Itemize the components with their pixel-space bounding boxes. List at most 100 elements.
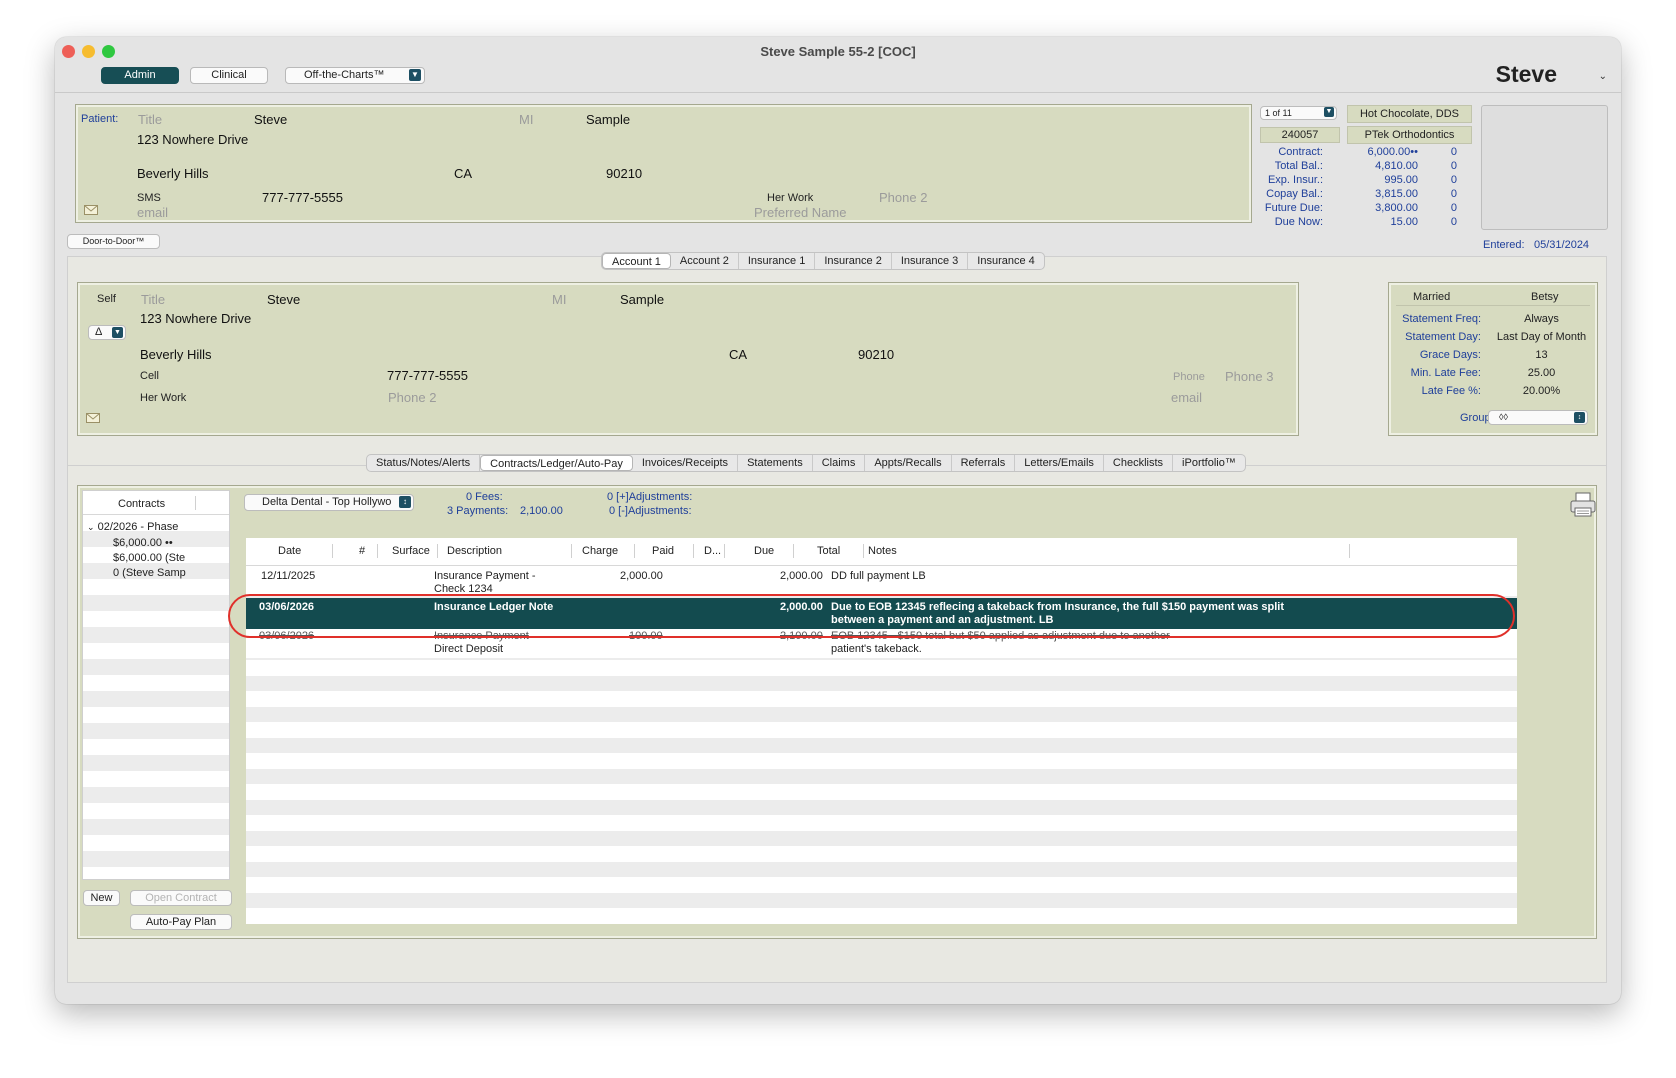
tab-claims[interactable]: Claims bbox=[813, 455, 866, 471]
billing-setting-value[interactable]: Last Day of Month bbox=[1484, 331, 1599, 343]
patient-sms[interactable]: 777-777-5555 bbox=[262, 190, 343, 205]
account-mi-field[interactable]: MI bbox=[552, 292, 566, 307]
group-popup[interactable]: ◊◊ ↕ bbox=[1488, 410, 1588, 425]
account-first-name[interactable]: Steve bbox=[267, 292, 300, 307]
adjustments-plus: 0 [+]Adjustments: bbox=[607, 491, 693, 503]
chevron-updown-icon: ↕ bbox=[399, 496, 411, 508]
auto-pay-plan-button[interactable]: Auto-Pay Plan bbox=[130, 914, 232, 930]
ledger-stripe bbox=[246, 737, 1517, 753]
payments-count: 3 Payments: bbox=[447, 505, 509, 517]
admin-button[interactable]: Admin bbox=[101, 67, 179, 84]
printer-icon[interactable] bbox=[1569, 492, 1597, 518]
envelope-icon[interactable] bbox=[86, 413, 100, 423]
account-zip[interactable]: 90210 bbox=[858, 347, 894, 362]
account-city[interactable]: Beverly Hills bbox=[140, 347, 212, 362]
patient-state[interactable]: CA bbox=[454, 166, 472, 181]
column-header-paid[interactable]: Paid bbox=[652, 545, 674, 557]
billing-setting-value[interactable]: 20.00% bbox=[1484, 385, 1599, 397]
tab-iportfolio[interactable]: iPortfolio™ bbox=[1173, 455, 1245, 471]
spouse-name[interactable]: Betsy bbox=[1531, 291, 1559, 303]
ledger-date: 12/11/2025 bbox=[261, 570, 316, 582]
summary-value: 995.00 bbox=[1384, 174, 1418, 186]
patient-email-field[interactable]: email bbox=[137, 205, 168, 220]
contract-item[interactable]: 0 (Steve Samp bbox=[113, 567, 186, 579]
contract-item[interactable]: $6,000.00 (Ste bbox=[113, 552, 185, 564]
column-header-charge[interactable]: Charge bbox=[582, 545, 618, 557]
patient-phone2-field[interactable]: Phone 2 bbox=[879, 190, 927, 205]
window-title: Steve Sample 55-2 [COC] bbox=[760, 44, 916, 59]
tab-letters-emails[interactable]: Letters/Emails bbox=[1015, 455, 1104, 471]
account-last-name[interactable]: Sample bbox=[620, 292, 664, 307]
main-tabs: Status/Notes/Alerts Contracts/Ledger/Auto… bbox=[366, 454, 1246, 472]
tab-insurance-2[interactable]: Insurance 2 bbox=[815, 253, 892, 269]
account-address[interactable]: 123 Nowhere Drive bbox=[140, 311, 251, 326]
contracts-stripe bbox=[83, 835, 229, 851]
doctor-field[interactable]: Hot Chocolate, DDS bbox=[1347, 105, 1472, 123]
column-header-surface[interactable]: Surface bbox=[392, 545, 430, 557]
tab-invoices-receipts[interactable]: Invoices/Receipts bbox=[633, 455, 739, 471]
record-navigator-popup[interactable]: 1 of 11 ▼ bbox=[1260, 106, 1337, 120]
tab-appts-recalls[interactable]: Appts/Recalls bbox=[865, 455, 952, 471]
patient-city[interactable]: Beverly Hills bbox=[137, 166, 209, 181]
off-the-charts-popup[interactable]: Off-the-Charts™ ▼ bbox=[285, 67, 425, 84]
contract-item[interactable]: $6,000.00 •• bbox=[113, 537, 173, 549]
ledger-row[interactable]: 12/11/2025 Insurance Payment - Check 123… bbox=[246, 567, 1517, 596]
column-header-discount[interactable]: D... bbox=[704, 545, 721, 557]
column-divider bbox=[437, 544, 438, 558]
account-email-field[interactable]: email bbox=[1171, 390, 1202, 405]
new-contract-button[interactable]: New bbox=[83, 890, 120, 906]
column-header-date[interactable]: Date bbox=[278, 545, 301, 557]
patient-zip[interactable]: 90210 bbox=[606, 166, 642, 181]
column-header-notes[interactable]: Notes bbox=[868, 545, 897, 557]
patient-photo-placeholder[interactable] bbox=[1481, 105, 1608, 230]
patient-mi-field[interactable]: MI bbox=[519, 112, 533, 127]
tab-contracts-ledger-auto-pay[interactable]: Contracts/Ledger/Auto-Pay bbox=[480, 455, 633, 471]
preferred-name-field[interactable]: Preferred Name bbox=[754, 205, 846, 220]
tab-checklists[interactable]: Checklists bbox=[1104, 455, 1174, 471]
column-header-number[interactable]: # bbox=[359, 545, 365, 557]
open-contract-button[interactable]: Open Contract bbox=[130, 890, 232, 906]
marital-status[interactable]: Married bbox=[1413, 291, 1450, 303]
account-phone2-field[interactable]: Phone 2 bbox=[388, 390, 436, 405]
account-phone3-field[interactable]: Phone 3 bbox=[1225, 369, 1273, 384]
user-menu-chevron-icon[interactable]: ⌄ bbox=[1599, 71, 1607, 82]
app-window: Steve Sample 55-2 [COC] Admin Clinical O… bbox=[55, 37, 1621, 1004]
patient-address[interactable]: 123 Nowhere Drive bbox=[137, 132, 248, 147]
patient-first-name[interactable]: Steve bbox=[254, 112, 287, 127]
disclosure-open-icon[interactable]: ⌄ bbox=[87, 522, 95, 532]
tab-status-notes-alerts[interactable]: Status/Notes/Alerts bbox=[367, 455, 481, 471]
envelope-icon[interactable] bbox=[84, 205, 98, 215]
patient-title-field[interactable]: Title bbox=[138, 112, 162, 127]
tab-insurance-4[interactable]: Insurance 4 bbox=[968, 253, 1043, 269]
tab-account-2[interactable]: Account 2 bbox=[671, 253, 739, 269]
account-title-field[interactable]: Title bbox=[141, 292, 165, 307]
door-to-door-button[interactable]: Door-to-Door™ bbox=[67, 234, 160, 249]
tab-statements[interactable]: Statements bbox=[738, 455, 813, 471]
clinical-button[interactable]: Clinical bbox=[190, 67, 268, 84]
user-name[interactable]: Steve bbox=[1496, 61, 1557, 88]
tab-referrals[interactable]: Referrals bbox=[952, 455, 1016, 471]
column-header-description[interactable]: Description bbox=[447, 545, 502, 557]
summary-value: 3,815.00 bbox=[1375, 188, 1418, 200]
ledger-stripe bbox=[246, 675, 1517, 691]
summary-count: 0 bbox=[1450, 216, 1457, 228]
contracts-stripe bbox=[83, 659, 229, 675]
column-header-due[interactable]: Due bbox=[754, 545, 774, 557]
account-cell[interactable]: 777-777-5555 bbox=[387, 368, 468, 383]
summary-count: 0 bbox=[1450, 188, 1457, 200]
billing-setting-value[interactable]: 13 bbox=[1484, 349, 1599, 361]
contract-phase-node[interactable]: ⌄ 02/2026 - Phase bbox=[87, 521, 178, 533]
ledger-notes: DD full payment LB bbox=[831, 570, 926, 582]
account-state[interactable]: CA bbox=[729, 347, 747, 362]
billing-setting-value[interactable]: 25.00 bbox=[1484, 367, 1599, 379]
tab-account-1[interactable]: Account 1 bbox=[602, 253, 671, 269]
insurance-select[interactable]: Delta Dental - Top Hollywo ↕ bbox=[244, 494, 414, 511]
tab-insurance-3[interactable]: Insurance 3 bbox=[892, 253, 969, 269]
delta-popup[interactable]: Δ ▼ bbox=[88, 325, 126, 340]
tab-insurance-1[interactable]: Insurance 1 bbox=[739, 253, 816, 269]
billing-setting-value[interactable]: Always bbox=[1484, 313, 1599, 325]
practice-field[interactable]: PTek Orthodontics bbox=[1347, 126, 1472, 144]
summary-count: 0 bbox=[1450, 146, 1457, 158]
column-header-total[interactable]: Total bbox=[817, 545, 840, 557]
patient-last-name[interactable]: Sample bbox=[586, 112, 630, 127]
